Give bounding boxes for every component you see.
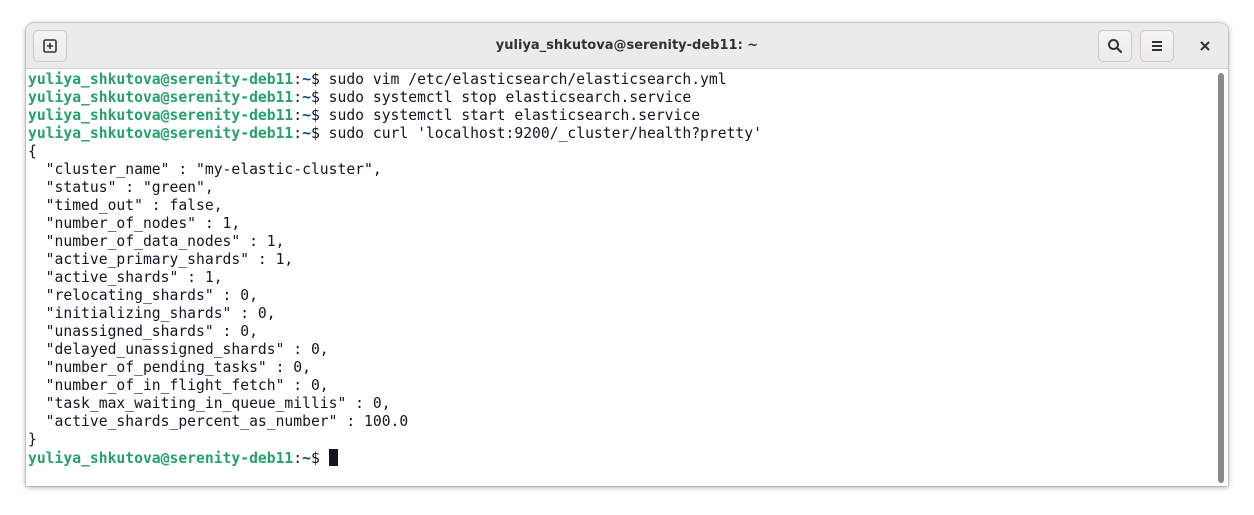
- output-line: "unassigned_shards" : 0,: [28, 323, 258, 340]
- prompt-path: ~: [302, 71, 311, 88]
- prompt-line: yuliya_shkutova@serenity-deb11:~$ sudo v…: [28, 71, 762, 89]
- prompt-separator: :: [293, 89, 303, 106]
- new-tab-button[interactable]: [33, 30, 67, 62]
- output-line: "number_of_nodes" : 1,: [28, 215, 241, 232]
- prompt-user: yuliya_shkutova@serenity-deb11: [28, 125, 294, 142]
- output-line: "active_shards" : 1,: [28, 269, 223, 286]
- command-text: sudo vim /etc/elasticsearch/elasticsearc…: [328, 71, 727, 88]
- prompt-path: ~: [302, 125, 311, 142]
- scrollbar[interactable]: [1217, 73, 1225, 483]
- prompt-line: yuliya_shkutova@serenity-deb11:~$ sudo s…: [28, 107, 762, 125]
- output-line: "relocating_shards" : 0,: [28, 287, 258, 304]
- output-line: "status" : "green",: [28, 179, 214, 196]
- prompt-sigil: $: [310, 107, 329, 124]
- output-line: "timed_out" : false,: [28, 197, 223, 214]
- output-line: "active_shards_percent_as_number" : 100.…: [28, 413, 409, 430]
- hamburger-menu-icon: [1152, 41, 1162, 51]
- search-button[interactable]: [1098, 30, 1132, 62]
- terminal-output: yuliya_shkutova@serenity-deb11:~$ sudo v…: [28, 71, 762, 467]
- prompt-separator: :: [293, 107, 303, 124]
- close-button[interactable]: [1188, 30, 1222, 62]
- prompt-separator: :: [293, 450, 303, 467]
- output-line: "active_primary_shards" : 1,: [28, 251, 294, 268]
- output-line: "number_of_pending_tasks" : 0,: [28, 359, 311, 376]
- output-line: "cluster_name" : "my-elastic-cluster",: [28, 161, 382, 178]
- prompt-line: yuliya_shkutova@serenity-deb11:~$: [28, 449, 762, 467]
- command-text: sudo systemctl start elasticsearch.servi…: [328, 107, 701, 124]
- output-line: "task_max_waiting_in_queue_millis" : 0,: [28, 395, 391, 412]
- prompt-sigil: $: [310, 125, 329, 142]
- close-icon: [1200, 41, 1210, 51]
- prompt-line: yuliya_shkutova@serenity-deb11:~$ sudo c…: [28, 125, 762, 143]
- prompt-sigil: $: [310, 71, 329, 88]
- prompt-separator: :: [293, 71, 303, 88]
- window-title: yuliya_shkutova@serenity-deb11: ~: [495, 38, 759, 53]
- output-line: "number_of_in_flight_fetch" : 0,: [28, 377, 329, 394]
- output-line: "number_of_data_nodes" : 1,: [28, 233, 285, 250]
- output-line: }: [28, 431, 37, 448]
- terminal-window: yuliya_shkutova@serenity-deb11: ~ yuliya…: [26, 23, 1228, 486]
- new-tab-icon: [43, 39, 57, 53]
- prompt-user: yuliya_shkutova@serenity-deb11: [28, 450, 294, 467]
- command-text: sudo curl 'localhost:9200/_cluster/healt…: [328, 125, 762, 142]
- terminal-area[interactable]: yuliya_shkutova@serenity-deb11:~$ sudo v…: [26, 69, 1228, 486]
- command-text: sudo systemctl stop elasticsearch.servic…: [328, 89, 692, 106]
- prompt-line: yuliya_shkutova@serenity-deb11:~$ sudo s…: [28, 89, 762, 107]
- prompt-path: ~: [302, 107, 311, 124]
- prompt-user: yuliya_shkutova@serenity-deb11: [28, 107, 294, 124]
- output-line: {: [28, 143, 37, 160]
- output-line: "initializing_shards" : 0,: [28, 305, 276, 322]
- scrollbar-thumb[interactable]: [1218, 73, 1224, 483]
- prompt-path: ~: [302, 450, 311, 467]
- prompt-sigil: $: [310, 89, 329, 106]
- text-cursor: [328, 449, 338, 466]
- prompt-user: yuliya_shkutova@serenity-deb11: [28, 89, 294, 106]
- prompt-separator: :: [293, 125, 303, 142]
- menu-button[interactable]: [1140, 30, 1174, 62]
- prompt-user: yuliya_shkutova@serenity-deb11: [28, 71, 294, 88]
- search-icon: [1108, 39, 1123, 54]
- prompt-sigil: $: [310, 450, 329, 467]
- prompt-path: ~: [302, 89, 311, 106]
- headerbar: yuliya_shkutova@serenity-deb11: ~: [26, 23, 1228, 69]
- output-line: "delayed_unassigned_shards" : 0,: [28, 341, 329, 358]
